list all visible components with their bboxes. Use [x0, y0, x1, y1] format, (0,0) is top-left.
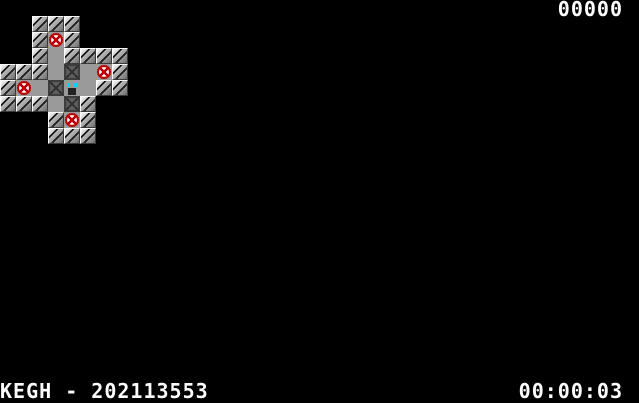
wall-tile	[80, 112, 96, 128]
wall-tile	[96, 48, 112, 64]
wall-tile	[80, 96, 96, 112]
goal-tile	[64, 112, 80, 128]
wall-tile	[16, 96, 32, 112]
wall-tile	[80, 128, 96, 144]
level-title: KEGH - 202113553	[0, 379, 209, 403]
goal-tile	[16, 80, 32, 96]
score-counter: 00000	[557, 0, 623, 21]
wall-tile	[112, 48, 128, 64]
wall-tile	[48, 112, 64, 128]
wall-tile	[0, 64, 16, 80]
crate-tile	[64, 96, 80, 112]
wall-tile	[16, 64, 32, 80]
crate-tile	[48, 80, 64, 96]
wall-tile	[0, 80, 16, 96]
wall-tile	[64, 32, 80, 48]
elapsed-timer: 00:00:03	[518, 379, 623, 403]
wall-tile	[96, 80, 112, 96]
floor-tile	[80, 80, 96, 96]
goal-tile	[48, 32, 64, 48]
wall-tile	[112, 64, 128, 80]
wall-tile	[64, 16, 80, 32]
wall-tile	[64, 48, 80, 64]
wall-tile	[48, 128, 64, 144]
wall-tile	[32, 64, 48, 80]
wall-tile	[32, 96, 48, 112]
floor-tile	[48, 96, 64, 112]
floor-tile	[80, 64, 96, 80]
floor-tile	[48, 48, 64, 64]
player-sprite	[64, 80, 80, 96]
goal-tile	[96, 64, 112, 80]
wall-tile	[32, 32, 48, 48]
floor-tile	[32, 80, 48, 96]
wall-tile	[32, 16, 48, 32]
wall-tile	[32, 48, 48, 64]
floor-tile	[48, 64, 64, 80]
wall-tile	[64, 128, 80, 144]
wall-tile	[80, 48, 96, 64]
crate-tile	[64, 64, 80, 80]
wall-tile	[0, 96, 16, 112]
wall-tile	[48, 16, 64, 32]
wall-tile	[112, 80, 128, 96]
player-body	[68, 88, 76, 95]
player-eyes	[67, 83, 77, 87]
